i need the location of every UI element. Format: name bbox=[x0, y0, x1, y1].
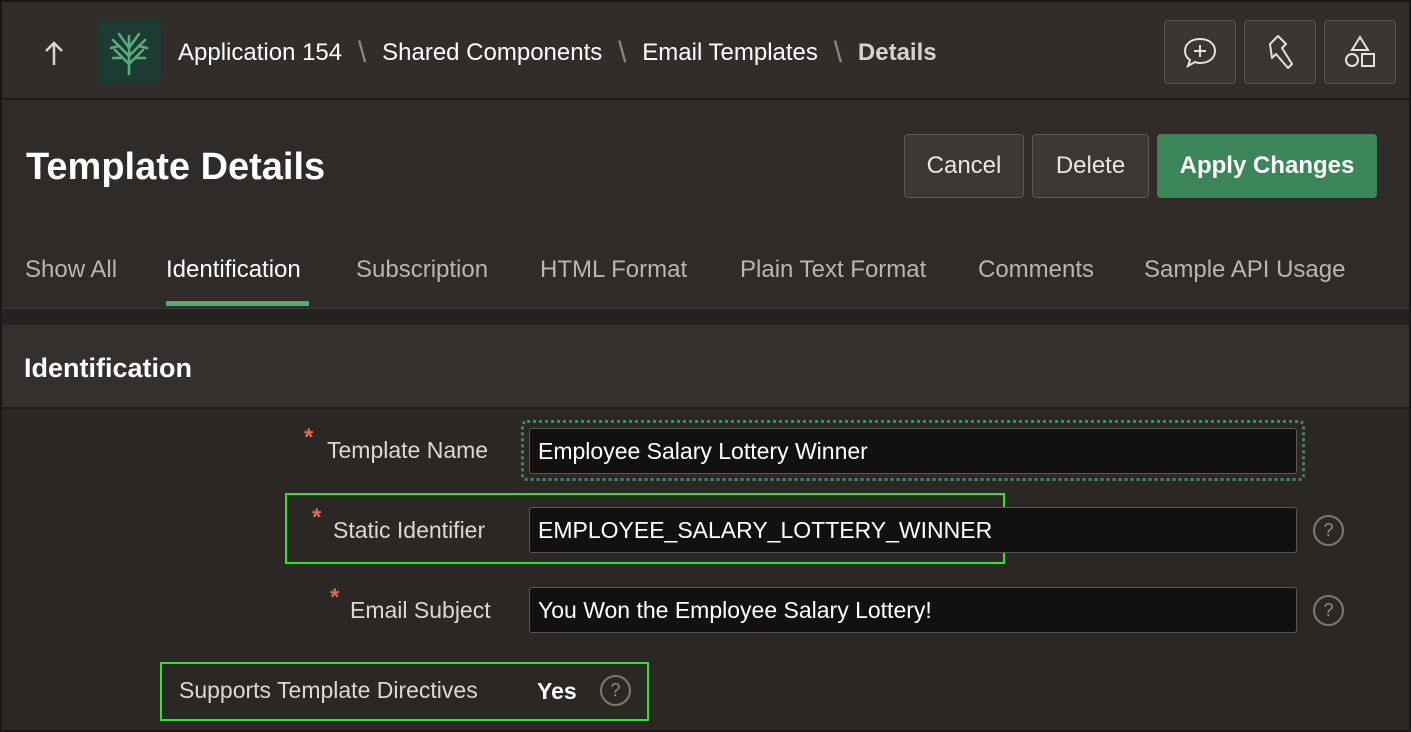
tab-subscription[interactable]: Subscription bbox=[356, 256, 488, 284]
template-name-label: Template Name bbox=[327, 437, 489, 463]
page-header: Template Details Cancel Delete Apply Cha… bbox=[2, 100, 1409, 310]
header-divider bbox=[2, 308, 1409, 326]
email-subject-label: Email Subject bbox=[350, 597, 491, 623]
tab-identification[interactable]: Identification bbox=[166, 256, 301, 284]
breadcrumb-shared-components[interactable]: Shared Components bbox=[382, 39, 602, 67]
top-bar: Application 154 \ Shared Components \ Em… bbox=[2, 2, 1409, 100]
tab-html-format[interactable]: HTML Format bbox=[540, 256, 687, 284]
required-marker: * bbox=[312, 504, 322, 531]
breadcrumb-application[interactable]: Application 154 bbox=[178, 39, 342, 67]
arrow-up-icon[interactable] bbox=[32, 32, 76, 76]
region-title: Identification bbox=[24, 353, 192, 383]
email-subject-input[interactable]: You Won the Employee Salary Lottery! bbox=[529, 587, 1297, 633]
breadcrumb: Application 154 \ Shared Components \ Em… bbox=[178, 26, 937, 80]
chat-add-icon bbox=[1183, 37, 1217, 69]
breadcrumb-separator: \ bbox=[357, 36, 367, 69]
static-identifier-input[interactable]: EMPLOYEE_SALARY_LOTTERY_WINNER bbox=[529, 507, 1297, 553]
help-icon[interactable]: ? bbox=[600, 675, 631, 706]
required-marker: * bbox=[330, 584, 340, 611]
help-icon[interactable]: ? bbox=[1313, 595, 1344, 626]
cancel-button[interactable]: Cancel bbox=[904, 134, 1024, 198]
breadcrumb-details: Details bbox=[857, 39, 937, 66]
tab-show-all[interactable]: Show All bbox=[25, 256, 117, 284]
directives-label: Supports Template Directives bbox=[179, 677, 478, 703]
template-name-input[interactable]: Employee Salary Lottery Winner bbox=[529, 428, 1297, 474]
flashlight-icon bbox=[1269, 35, 1293, 69]
tab-plain-text-format[interactable]: Plain Text Format bbox=[740, 256, 926, 284]
tree-icon[interactable] bbox=[97, 20, 161, 84]
tab-sample-api-usage[interactable]: Sample API Usage bbox=[1144, 256, 1345, 284]
breadcrumb-separator: \ bbox=[833, 36, 843, 69]
directives-value: Yes bbox=[537, 678, 577, 704]
region-header: Identification bbox=[2, 327, 1409, 409]
shapes-button[interactable] bbox=[1324, 20, 1396, 84]
tab-comments[interactable]: Comments bbox=[978, 256, 1094, 284]
breadcrumb-email-templates[interactable]: Email Templates bbox=[642, 39, 818, 67]
page-title: Template Details bbox=[26, 146, 326, 188]
tab-bar: Show All Identification Subscription HTM… bbox=[2, 240, 1409, 310]
required-marker: * bbox=[304, 424, 314, 451]
breadcrumb-separator: \ bbox=[618, 36, 627, 69]
apply-changes-button[interactable]: Apply Changes bbox=[1157, 134, 1377, 198]
static-identifier-label: Static Identifier bbox=[333, 517, 486, 543]
shapes-icon bbox=[1345, 35, 1375, 67]
flashlight-button[interactable] bbox=[1244, 20, 1316, 84]
help-icon[interactable]: ? bbox=[1313, 515, 1344, 546]
chat-add-button[interactable] bbox=[1164, 20, 1236, 84]
active-tab-indicator bbox=[166, 301, 309, 306]
delete-button[interactable]: Delete bbox=[1032, 134, 1149, 198]
